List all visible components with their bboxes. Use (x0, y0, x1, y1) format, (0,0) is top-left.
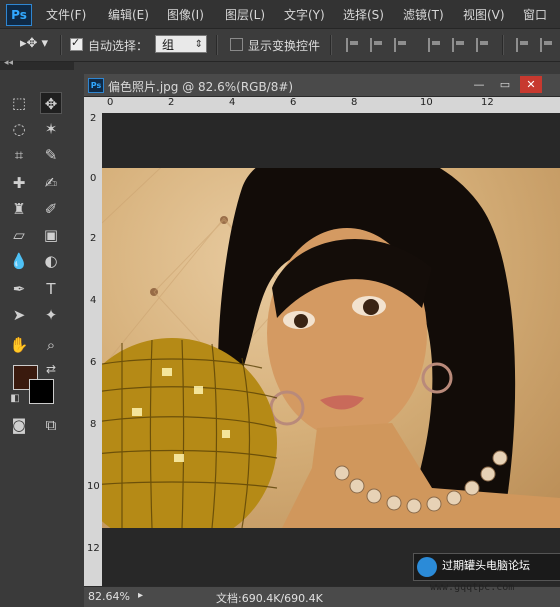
align-top-icon[interactable] (346, 38, 360, 52)
zoom-icon[interactable]: ⌕ (40, 334, 62, 356)
menu-layer[interactable]: 图层(L) (225, 6, 265, 23)
divider (330, 35, 332, 55)
ruler-label: 6 (290, 97, 297, 108)
ruler-label: 2 (90, 233, 97, 244)
gradient-icon[interactable]: ▣ (40, 224, 62, 246)
screen-mode-icon[interactable]: ⧉ (40, 414, 62, 436)
canvas-area[interactable] (102, 113, 560, 586)
blur-icon[interactable]: 💧 (8, 250, 30, 272)
crop-icon[interactable]: ⌗ (8, 144, 30, 166)
align-vcenter-icon[interactable] (370, 38, 384, 52)
path-selection-icon[interactable]: ➤ (8, 304, 30, 326)
ps-doc-icon: Ps (88, 78, 104, 93)
move-tool-preset-icon[interactable]: ▸✥ ▾ (20, 36, 48, 51)
distribute-vcenter-icon[interactable] (540, 38, 554, 52)
align-bottom-icon[interactable] (394, 38, 408, 52)
watermark-url: www.gqqtpc.com (430, 582, 515, 593)
ruler-label: 8 (90, 419, 97, 430)
move-tool-icon[interactable]: ✥ (40, 92, 62, 114)
close-button[interactable]: ✕ (520, 76, 542, 93)
status-menu-icon[interactable]: ▸ (138, 590, 143, 601)
auto-select-dropdown[interactable]: 组 (155, 35, 207, 54)
document-info: 文档:690.4K/690.4K (216, 592, 323, 605)
ruler-label: 0 (107, 97, 114, 108)
quick-mask-icon[interactable]: ◙ (8, 414, 30, 436)
ruler-label: 10 (420, 97, 433, 108)
brush-icon[interactable]: ✍ (40, 172, 62, 194)
align-right-icon[interactable] (476, 38, 490, 52)
document-title: 偏色照片.jpg @ 82.6%(RGB/8#) (108, 80, 294, 94)
site-watermark: 过期罐头电脑论坛 (413, 553, 560, 581)
menu-type[interactable]: 文字(Y) (284, 6, 325, 23)
default-colors-icon[interactable]: ◧ (4, 388, 26, 410)
custom-shape-icon[interactable]: ✦ (40, 304, 62, 326)
menu-file[interactable]: 文件(F) (46, 6, 86, 23)
photoshop-logo: Ps (6, 4, 32, 26)
ruler-label: 4 (90, 295, 97, 306)
pen-icon[interactable]: ✒ (8, 278, 30, 300)
document-window: Ps 偏色照片.jpg @ 82.6%(RGB/8#) — ▭ ✕ 0 2 4 … (84, 74, 560, 607)
show-transform-label: 显示变换控件 (248, 39, 321, 53)
divider (60, 35, 62, 55)
distribute-top-icon[interactable] (516, 38, 530, 52)
ruler-label: 2 (90, 113, 97, 124)
marquee-icon[interactable]: ⬚ (8, 92, 30, 114)
divider (216, 35, 218, 55)
horizontal-ruler[interactable]: 0 2 4 6 8 10 12 (84, 97, 560, 113)
forum-logo-icon (417, 557, 437, 577)
clone-stamp-icon[interactable]: ♜ (8, 198, 30, 220)
menu-image[interactable]: 图像(I) (167, 6, 204, 23)
show-transform-checkbox[interactable] (230, 38, 243, 51)
swap-colors-icon[interactable]: ⇄ (40, 358, 62, 380)
ruler-label: 0 (90, 173, 97, 184)
auto-select-checkbox[interactable] (70, 36, 83, 51)
align-left-icon[interactable] (428, 38, 442, 52)
ruler-label: 12 (481, 97, 494, 108)
ruler-label: 4 (229, 97, 236, 108)
background-color-swatch[interactable] (29, 379, 54, 404)
eraser-icon[interactable]: ▱ (8, 224, 30, 246)
menu-view[interactable]: 视图(V) (463, 6, 505, 23)
magic-wand-icon[interactable]: ✶ (40, 118, 62, 140)
divider (502, 35, 504, 55)
dodge-icon[interactable]: ◐ (40, 250, 62, 272)
photo-image[interactable] (102, 168, 560, 528)
vertical-ruler[interactable]: 2 0 2 4 6 8 10 12 (84, 113, 102, 586)
zoom-level[interactable]: 82.64% (88, 590, 130, 603)
options-bar: ▸✥ ▾ 自动选择： 组 显示变换控件 (0, 29, 560, 62)
align-hcenter-icon[interactable] (452, 38, 466, 52)
eyedropper-icon[interactable]: ✎ (40, 144, 62, 166)
tools-panel: ◂◂ ⬚ ✥ ◌ ✶ ⌗ ✎ ✚ ✍ ♜ ✐ ▱ ▣ 💧 ◐ ✒ T ➤ ✦ ✋… (0, 58, 74, 606)
tools-panel-header[interactable]: ◂◂ (0, 58, 74, 70)
auto-select-label: 自动选择： (88, 39, 149, 53)
ruler-label: 6 (90, 357, 97, 368)
menu-edit[interactable]: 编辑(E) (108, 6, 149, 23)
ruler-label: 2 (168, 97, 175, 108)
photo-illustration (102, 168, 560, 528)
watermark-site-name: 过期罐头电脑论坛 (442, 559, 530, 572)
menu-select[interactable]: 选择(S) (343, 6, 384, 23)
menu-bar: Ps 文件(F) 编辑(E) 图像(I) 图层(L) 文字(Y) 选择(S) 滤… (0, 0, 560, 29)
menu-filter[interactable]: 滤镜(T) (403, 6, 444, 23)
hand-icon[interactable]: ✋ (8, 334, 30, 356)
document-title-bar[interactable]: Ps 偏色照片.jpg @ 82.6%(RGB/8#) — ▭ ✕ (84, 74, 560, 97)
maximize-button[interactable]: ▭ (494, 76, 516, 93)
healing-brush-icon[interactable]: ✚ (8, 172, 30, 194)
lasso-icon[interactable]: ◌ (8, 118, 30, 140)
menu-window[interactable]: 窗口 (523, 6, 547, 23)
ruler-label: 12 (87, 543, 100, 554)
ruler-label: 8 (351, 97, 358, 108)
history-brush-icon[interactable]: ✐ (40, 198, 62, 220)
ruler-label: 10 (87, 481, 100, 492)
minimize-button[interactable]: — (468, 76, 490, 93)
type-icon[interactable]: T (40, 278, 62, 300)
